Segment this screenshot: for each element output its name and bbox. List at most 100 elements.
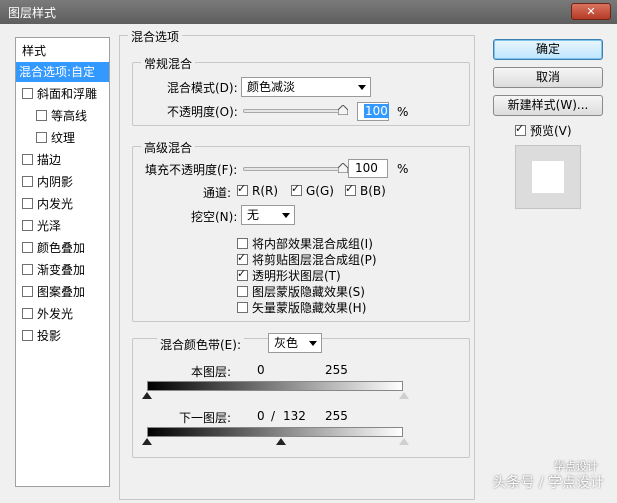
opacity-value: 100 [364, 104, 389, 118]
underlying-white-slider[interactable] [399, 438, 409, 445]
this-layer-white-slider[interactable] [399, 392, 409, 399]
checkbox-icon [237, 286, 248, 297]
blend-mode-select[interactable]: 颜色减淡 [241, 77, 371, 97]
style-list-item-label: 颜色叠加 [37, 241, 86, 255]
advanced-option-checkbox[interactable]: 将内部效果混合成组(I) [237, 235, 373, 252]
underlying-gradient [147, 427, 403, 437]
style-list-item[interactable]: 光泽 [16, 216, 109, 236]
style-list-item-label: 图案叠加 [37, 285, 86, 299]
advanced-option-label: 图层蒙版隐藏效果(S) [252, 285, 365, 299]
style-list-item[interactable]: 混合选项:自定 [16, 62, 109, 82]
fill-opacity-value: 100 [355, 161, 378, 175]
checkbox-icon[interactable] [22, 220, 33, 231]
fill-opacity-slider[interactable] [243, 167, 347, 171]
style-list-item-label: 渐变叠加 [37, 263, 86, 277]
underlying-label: 下一图层: [179, 411, 232, 425]
channel-b-checkbox[interactable]: B(B) [345, 182, 386, 198]
style-list-item[interactable]: 纹理 [16, 128, 109, 148]
advanced-option-checkbox[interactable]: 图层蒙版隐藏效果(S) [237, 283, 365, 300]
advanced-blending-title: 高级混合 [141, 139, 196, 156]
style-list-item-label: 斜面和浮雕 [37, 87, 98, 101]
underlying-mid: 132 [283, 409, 306, 423]
style-list-item[interactable]: 图案叠加 [16, 282, 109, 302]
checkbox-icon [345, 182, 356, 196]
checkbox-icon[interactable] [22, 88, 33, 99]
underlying-low: 0 [257, 409, 265, 423]
style-list-item-label: 纹理 [51, 131, 76, 145]
advanced-option-label: 将内部效果混合成组(I) [252, 237, 373, 251]
checkbox-icon[interactable] [36, 110, 47, 121]
checkbox-icon[interactable] [22, 154, 33, 165]
advanced-option-label: 将剪贴图层混合成组(P) [252, 253, 377, 267]
channel-r-checkbox[interactable]: R(R) [237, 182, 279, 198]
advanced-option-checkbox[interactable]: 将剪贴图层混合成组(P) [237, 251, 377, 268]
style-list-item[interactable]: 内发光 [16, 194, 109, 214]
style-list-item-label: 投影 [37, 329, 62, 343]
style-list-item[interactable]: 投影 [16, 326, 109, 346]
style-list-item[interactable]: 外发光 [16, 304, 109, 324]
knockout-value: 无 [247, 208, 260, 222]
underlying-high: 255 [325, 409, 348, 423]
chevron-down-icon [358, 85, 366, 90]
style-list-item[interactable]: 描边 [16, 150, 109, 170]
fill-opacity-input[interactable]: 100 [348, 159, 388, 178]
preview-label: 预览(V) [530, 124, 572, 138]
this-layer-high: 255 [325, 363, 348, 377]
checkbox-icon[interactable] [22, 176, 33, 187]
checkbox-icon[interactable] [22, 330, 33, 341]
blend-mode-label: 混合模式(D): [167, 81, 238, 95]
checkbox-icon[interactable] [22, 242, 33, 253]
advanced-option-checkbox[interactable]: 矢量蒙版隐藏效果(H) [237, 299, 366, 316]
style-list-item[interactable]: 等高线 [16, 106, 109, 126]
knockout-select[interactable]: 无 [241, 205, 295, 225]
advanced-option-label: 矢量蒙版隐藏效果(H) [252, 301, 367, 315]
advanced-option-checkbox[interactable]: 透明形状图层(T) [237, 267, 341, 284]
style-list: 样式 混合选项:自定斜面和浮雕等高线纹理描边内阴影 内发光光泽颜色叠加渐变叠加图案… [15, 37, 110, 487]
underlying-black-slider-right[interactable] [276, 438, 286, 445]
fill-opacity-label: 填充不透明度(F): [145, 163, 238, 177]
opacity-slider[interactable] [243, 109, 347, 113]
opacity-label: 不透明度(O): [167, 105, 238, 119]
style-list-item-label: 外发光 [37, 307, 74, 321]
checkbox-icon[interactable] [22, 286, 33, 297]
style-list-item[interactable]: 渐变叠加 [16, 260, 109, 280]
new-style-button[interactable]: 新建样式(W)... [493, 95, 603, 116]
style-list-header[interactable]: 样式 [22, 42, 46, 59]
blend-if-label: 混合颜色带(E): [157, 336, 244, 353]
style-list-item-label: 描边 [37, 153, 62, 167]
advanced-blending-group: 高级混合 填充不透明度(F): 100 % 通道: R(R) G(G) B(B)… [132, 139, 470, 322]
cancel-button[interactable]: 取消 [493, 67, 603, 88]
style-list-item[interactable]: 颜色叠加 [16, 238, 109, 258]
checkbox-icon[interactable] [22, 198, 33, 209]
close-button[interactable]: ✕ [571, 3, 611, 20]
preview-checkbox[interactable]: 预览(V) [515, 122, 572, 139]
chevron-down-icon [282, 213, 290, 218]
underlying-black-slider-left[interactable] [142, 438, 152, 445]
style-list-item-label: 光泽 [37, 219, 62, 233]
checkbox-icon [291, 182, 302, 196]
channel-g-label: G(G) [306, 184, 334, 198]
ok-button[interactable]: 确定 [493, 39, 603, 60]
preview-swatch [532, 161, 564, 193]
fill-opacity-unit: % [397, 162, 409, 176]
channel-g-checkbox[interactable]: G(G) [291, 182, 334, 198]
checkbox-icon [237, 238, 248, 249]
checkbox-icon[interactable] [22, 308, 33, 319]
this-layer-black-slider[interactable] [142, 392, 152, 399]
advanced-option-label: 透明形状图层(T) [252, 269, 341, 283]
checkbox-icon[interactable] [36, 132, 47, 143]
style-list-item[interactable]: 斜面和浮雕 [16, 84, 109, 104]
watermark-text: 头条号 / 学点设计 [492, 475, 604, 491]
opacity-input[interactable]: 100 [357, 102, 389, 121]
opacity-slider-thumb[interactable] [338, 105, 348, 115]
checkbox-icon[interactable] [22, 264, 33, 275]
general-blending-title: 常规混合 [141, 55, 196, 72]
blend-mode-value: 颜色减淡 [247, 80, 296, 94]
blend-if-select[interactable]: 灰色 [268, 333, 322, 353]
checkbox-icon [237, 182, 248, 196]
fill-opacity-slider-thumb[interactable] [338, 163, 348, 173]
this-layer-gradient [147, 381, 403, 391]
opacity-unit: % [397, 105, 409, 119]
style-list-item[interactable]: 内阴影 [16, 172, 109, 192]
channel-r-label: R(R) [252, 184, 279, 198]
